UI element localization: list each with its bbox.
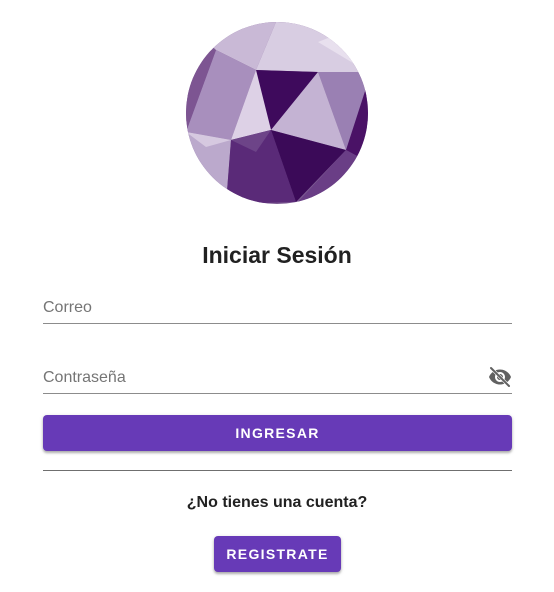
email-field-container [43, 283, 512, 324]
divider [43, 470, 512, 471]
email-field[interactable] [43, 299, 473, 317]
password-field-container [43, 353, 512, 394]
password-field[interactable] [43, 369, 473, 387]
logo [186, 22, 368, 204]
eye-off-icon[interactable] [488, 365, 512, 389]
register-button[interactable]: REGISTRATE [214, 536, 341, 572]
signup-prompt: ¿No tienes una cuenta? [186, 494, 368, 511]
page-title: Iniciar Sesión [202, 242, 352, 268]
login-page: Iniciar Sesión INGRESAR ¿No tienes una c… [0, 0, 554, 592]
login-button[interactable]: INGRESAR [43, 415, 512, 451]
